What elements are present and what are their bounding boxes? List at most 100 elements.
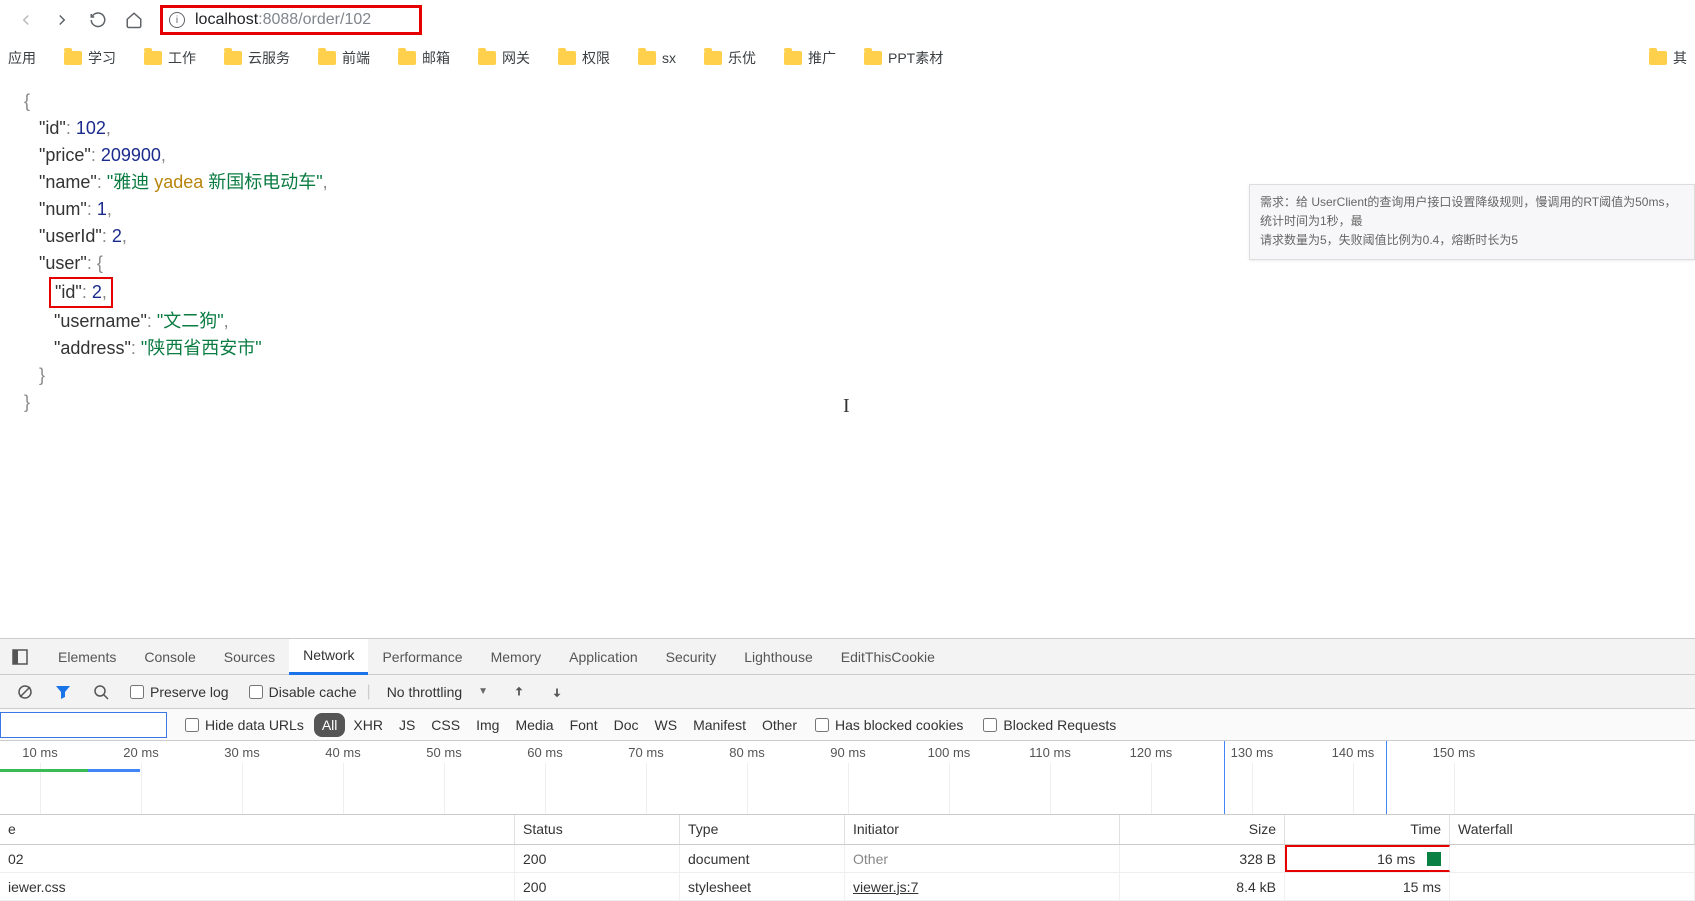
col-type[interactable]: Type (680, 815, 845, 844)
timeline-tick: 20 ms (123, 745, 158, 760)
text-cursor-icon: I (843, 391, 850, 421)
bookmark-folder[interactable]: 云服务 (224, 48, 290, 68)
tooltip-line: 需求：给 UserClient的查询用户接口设置降级规则，慢调用的RT阈值为50… (1260, 193, 1684, 231)
bookmark-folder[interactable]: 推广 (784, 48, 836, 68)
tab-application[interactable]: Application (555, 639, 652, 675)
timeline-range-start[interactable] (1224, 741, 1225, 814)
hide-data-urls-checkbox[interactable]: Hide data URLs (185, 717, 304, 733)
json-line: "id": 102, (24, 115, 1671, 142)
folder-icon (1649, 51, 1667, 65)
apps-button[interactable]: 应用 (8, 48, 36, 68)
tab-lighthouse[interactable]: Lighthouse (730, 639, 827, 675)
upload-icon[interactable] (506, 679, 532, 705)
folder-icon (144, 51, 162, 65)
col-initiator[interactable]: Initiator (845, 815, 1120, 844)
tab-sources[interactable]: Sources (210, 639, 289, 675)
forward-button[interactable] (48, 6, 76, 34)
timeline-tick: 10 ms (22, 745, 57, 760)
devtools-panel: Elements Console Sources Network Perform… (0, 638, 1695, 901)
bookmark-overflow[interactable]: 其 (1649, 48, 1687, 68)
filter-type-manifest[interactable]: Manifest (685, 713, 754, 737)
folder-icon (224, 51, 242, 65)
filter-type-doc[interactable]: Doc (606, 713, 647, 737)
filter-type-other[interactable]: Other (754, 713, 805, 737)
dock-side-icon[interactable] (6, 643, 34, 671)
bookmark-folder[interactable]: sx (638, 50, 676, 66)
has-blocked-cookies-checkbox[interactable]: Has blocked cookies (815, 717, 963, 733)
json-line: "price": 209900, (24, 142, 1671, 169)
reload-button[interactable] (84, 6, 112, 34)
tooltip-line: 请求数量为5，失败阈值比例为0.4，熔断时长为5 (1260, 231, 1684, 250)
folder-icon (64, 51, 82, 65)
folder-icon (638, 51, 656, 65)
json-line: } (24, 362, 1671, 389)
throttling-select[interactable]: No throttling (379, 680, 470, 704)
download-icon[interactable] (544, 679, 570, 705)
search-icon[interactable] (88, 679, 114, 705)
chevron-down-icon: ▼ (478, 686, 488, 697)
folder-icon (704, 51, 722, 65)
filter-type-css[interactable]: CSS (423, 713, 468, 737)
folder-icon (558, 51, 576, 65)
folder-icon (784, 51, 802, 65)
folder-icon (864, 51, 882, 65)
network-table: e Status Type Initiator Size Time Waterf… (0, 815, 1695, 901)
timeline-tick: 70 ms (628, 745, 663, 760)
network-filter-bar: Hide data URLs All XHR JS CSS Img Media … (0, 709, 1695, 741)
network-timeline[interactable]: 10 ms20 ms30 ms40 ms50 ms60 ms70 ms80 ms… (0, 741, 1695, 815)
bookmark-folder[interactable]: 乐优 (704, 48, 756, 68)
tab-network[interactable]: Network (289, 639, 368, 675)
timeline-tick: 80 ms (729, 745, 764, 760)
bookmark-folder[interactable]: 邮箱 (398, 48, 450, 68)
col-status[interactable]: Status (515, 815, 680, 844)
timeline-tick: 30 ms (224, 745, 259, 760)
preserve-log-checkbox[interactable]: Preserve log (130, 684, 229, 700)
bookmark-folder[interactable]: 学习 (64, 48, 116, 68)
filter-type-font[interactable]: Font (562, 713, 606, 737)
bookmark-folder[interactable]: 前端 (318, 48, 370, 68)
col-size[interactable]: Size (1120, 815, 1285, 844)
home-button[interactable] (120, 6, 148, 34)
disable-cache-checkbox[interactable]: Disable cache (249, 684, 357, 700)
bookmark-folder[interactable]: 权限 (558, 48, 610, 68)
filter-type-ws[interactable]: WS (647, 713, 686, 737)
table-row[interactable]: 02200documentOther328 B16 ms (0, 845, 1695, 873)
filter-input[interactable] (0, 712, 167, 738)
browser-nav-bar: i localhost:8088/order/102 (0, 0, 1695, 40)
stop-recording-icon[interactable] (12, 679, 38, 705)
col-time[interactable]: Time (1285, 815, 1450, 844)
timeline-tick: 50 ms (426, 745, 461, 760)
address-bar[interactable]: i localhost:8088/order/102 (160, 5, 422, 35)
json-line: { (24, 88, 1671, 115)
filter-icon[interactable] (50, 679, 76, 705)
site-info-icon[interactable]: i (169, 12, 185, 28)
tab-editthiscookie[interactable]: EditThisCookie (827, 639, 949, 675)
bookmark-folder[interactable]: 网关 (478, 48, 530, 68)
filter-type-img[interactable]: Img (468, 713, 507, 737)
timeline-tick: 60 ms (527, 745, 562, 760)
tab-performance[interactable]: Performance (368, 639, 476, 675)
col-waterfall[interactable]: Waterfall (1450, 815, 1695, 844)
bookmarks-bar: 应用 学习 工作 云服务 前端 邮箱 网关 权限 sx 乐优 推广 PPT素材 … (0, 40, 1695, 76)
tab-elements[interactable]: Elements (44, 639, 130, 675)
back-button[interactable] (12, 6, 40, 34)
filter-type-media[interactable]: Media (507, 713, 561, 737)
filter-type-js[interactable]: JS (391, 713, 423, 737)
blocked-requests-checkbox[interactable]: Blocked Requests (983, 717, 1116, 733)
tab-console[interactable]: Console (130, 639, 209, 675)
filter-type-all[interactable]: All (314, 713, 346, 737)
tab-memory[interactable]: Memory (477, 639, 556, 675)
timeline-tick: 130 ms (1231, 745, 1274, 760)
filter-type-xhr[interactable]: XHR (345, 713, 391, 737)
col-name[interactable]: e (0, 815, 515, 844)
tab-security[interactable]: Security (652, 639, 731, 675)
bookmark-folder[interactable]: PPT素材 (864, 48, 943, 68)
table-row[interactable]: iewer.css200stylesheetviewer.js:78.4 kB1… (0, 873, 1695, 901)
timeline-bar (0, 769, 88, 772)
table-header-row: e Status Type Initiator Size Time Waterf… (0, 815, 1695, 845)
highlighted-id: "id": 2, (49, 277, 113, 308)
json-line: "username": "文二狗", (24, 308, 1671, 335)
bookmark-folder[interactable]: 工作 (144, 48, 196, 68)
timeline-range-end[interactable] (1386, 741, 1387, 814)
devtools-tabs: Elements Console Sources Network Perform… (0, 639, 1695, 675)
